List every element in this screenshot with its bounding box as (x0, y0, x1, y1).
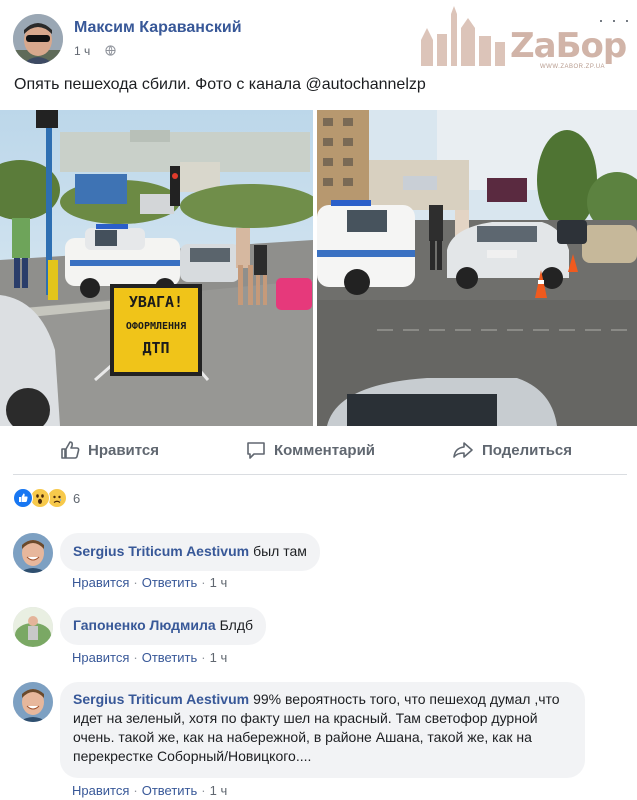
comment-bubble: Sergius Triticum Aestivum 99% вероятность… (60, 682, 585, 778)
divider-bottom (13, 474, 627, 475)
comment-author[interactable]: Sergius Triticum Aestivum (73, 691, 249, 707)
sign-line-2: ОФОРМЛЕННЯ (125, 321, 187, 332)
commenter-avatar[interactable] (13, 607, 53, 647)
share-button-label: Поделиться (482, 441, 573, 459)
like-button[interactable]: Нравится (60, 440, 159, 460)
post-photo-left[interactable]: УВАГА! ОФОРМЛЕННЯ ДТП (0, 110, 313, 426)
post-photo-right[interactable] (317, 110, 637, 426)
separator-dot: · (201, 650, 206, 665)
post-text: Опять пешехода сбили. Фото с канала @aut… (14, 76, 426, 93)
comment-like-link[interactable]: Нравится (72, 650, 129, 665)
separator-dot: · (133, 783, 138, 798)
share-button[interactable]: Поделиться (452, 440, 572, 460)
street-scene-photo (0, 110, 313, 426)
comment-author[interactable]: Sergius Triticum Aestivum (73, 543, 249, 559)
sign-text: УВАГА! ОФОРМЛЕННЯ ДТП (114, 293, 198, 358)
comment-time[interactable]: 1 ч (210, 575, 228, 590)
comment-bubble: Гапоненко Людмила Блдб (60, 607, 267, 645)
post-timestamp[interactable]: 1 ч (74, 44, 90, 58)
avatar-photo (13, 682, 53, 722)
comment-author[interactable]: Гапоненко Людмила (73, 617, 216, 633)
separator-dot: · (133, 575, 138, 590)
watermark-text: ZaБор (510, 26, 627, 66)
separator-dot: · (201, 783, 206, 798)
watermark-url: WWW.ZABOR.ZP.UA (540, 64, 606, 70)
post-header: Максим Караванский 1 ч ZaБор WWW.ZABOR.Z… (0, 0, 637, 70)
commenter-avatar[interactable] (13, 533, 53, 573)
comment-meta: Нравится · Ответить · 1 ч (72, 783, 227, 798)
comment-time[interactable]: 1 ч (210, 783, 228, 798)
comment-text: Блдб (219, 617, 254, 633)
avatar-photo (13, 533, 53, 573)
comment-bubble: Sergius Triticum Aestivum был там (60, 533, 320, 571)
wow-reaction-icon (30, 488, 50, 508)
more-options-icon[interactable]: · · · (598, 11, 631, 29)
comment-meta: Нравится · Ответить · 1 ч (72, 650, 227, 665)
sign-line-1: УВАГА! (128, 293, 184, 311)
comment-reply-link[interactable]: Ответить (142, 650, 198, 665)
author-name[interactable]: Максим Караванский (74, 19, 242, 37)
separator-dot: · (201, 575, 206, 590)
comment-button-label: Комментарий (274, 441, 376, 459)
sad-reaction-icon (47, 488, 67, 508)
comment-like-link[interactable]: Нравится (72, 783, 129, 798)
thumbs-up-icon (61, 441, 80, 459)
reactions-count[interactable]: 6 (73, 491, 80, 506)
author-photo (13, 14, 63, 64)
share-icon (453, 442, 473, 458)
comment-reply-link[interactable]: Ответить (142, 575, 198, 590)
reactions-summary[interactable]: 6 (13, 488, 80, 508)
like-button-label: Нравится (88, 441, 160, 459)
avatar-photo (13, 607, 53, 647)
commenter-avatar[interactable] (13, 682, 53, 722)
comment-reply-link[interactable]: Ответить (142, 783, 198, 798)
comment-meta: Нравится · Ответить · 1 ч (72, 575, 227, 590)
separator-dot: · (133, 650, 138, 665)
comment-button[interactable]: Комментарий (246, 440, 375, 460)
comment-like-link[interactable]: Нравится (72, 575, 129, 590)
sign-line-3: ДТП (142, 339, 170, 357)
like-reaction-icon (13, 488, 33, 508)
comment-text: был там (253, 543, 307, 559)
globe-icon (105, 45, 116, 56)
comment-icon (247, 442, 265, 459)
comment-time[interactable]: 1 ч (210, 650, 228, 665)
author-avatar[interactable] (13, 14, 63, 64)
accident-scene-photo (317, 110, 637, 426)
post-actions: Нравится Комментарий Поделиться (0, 426, 637, 472)
